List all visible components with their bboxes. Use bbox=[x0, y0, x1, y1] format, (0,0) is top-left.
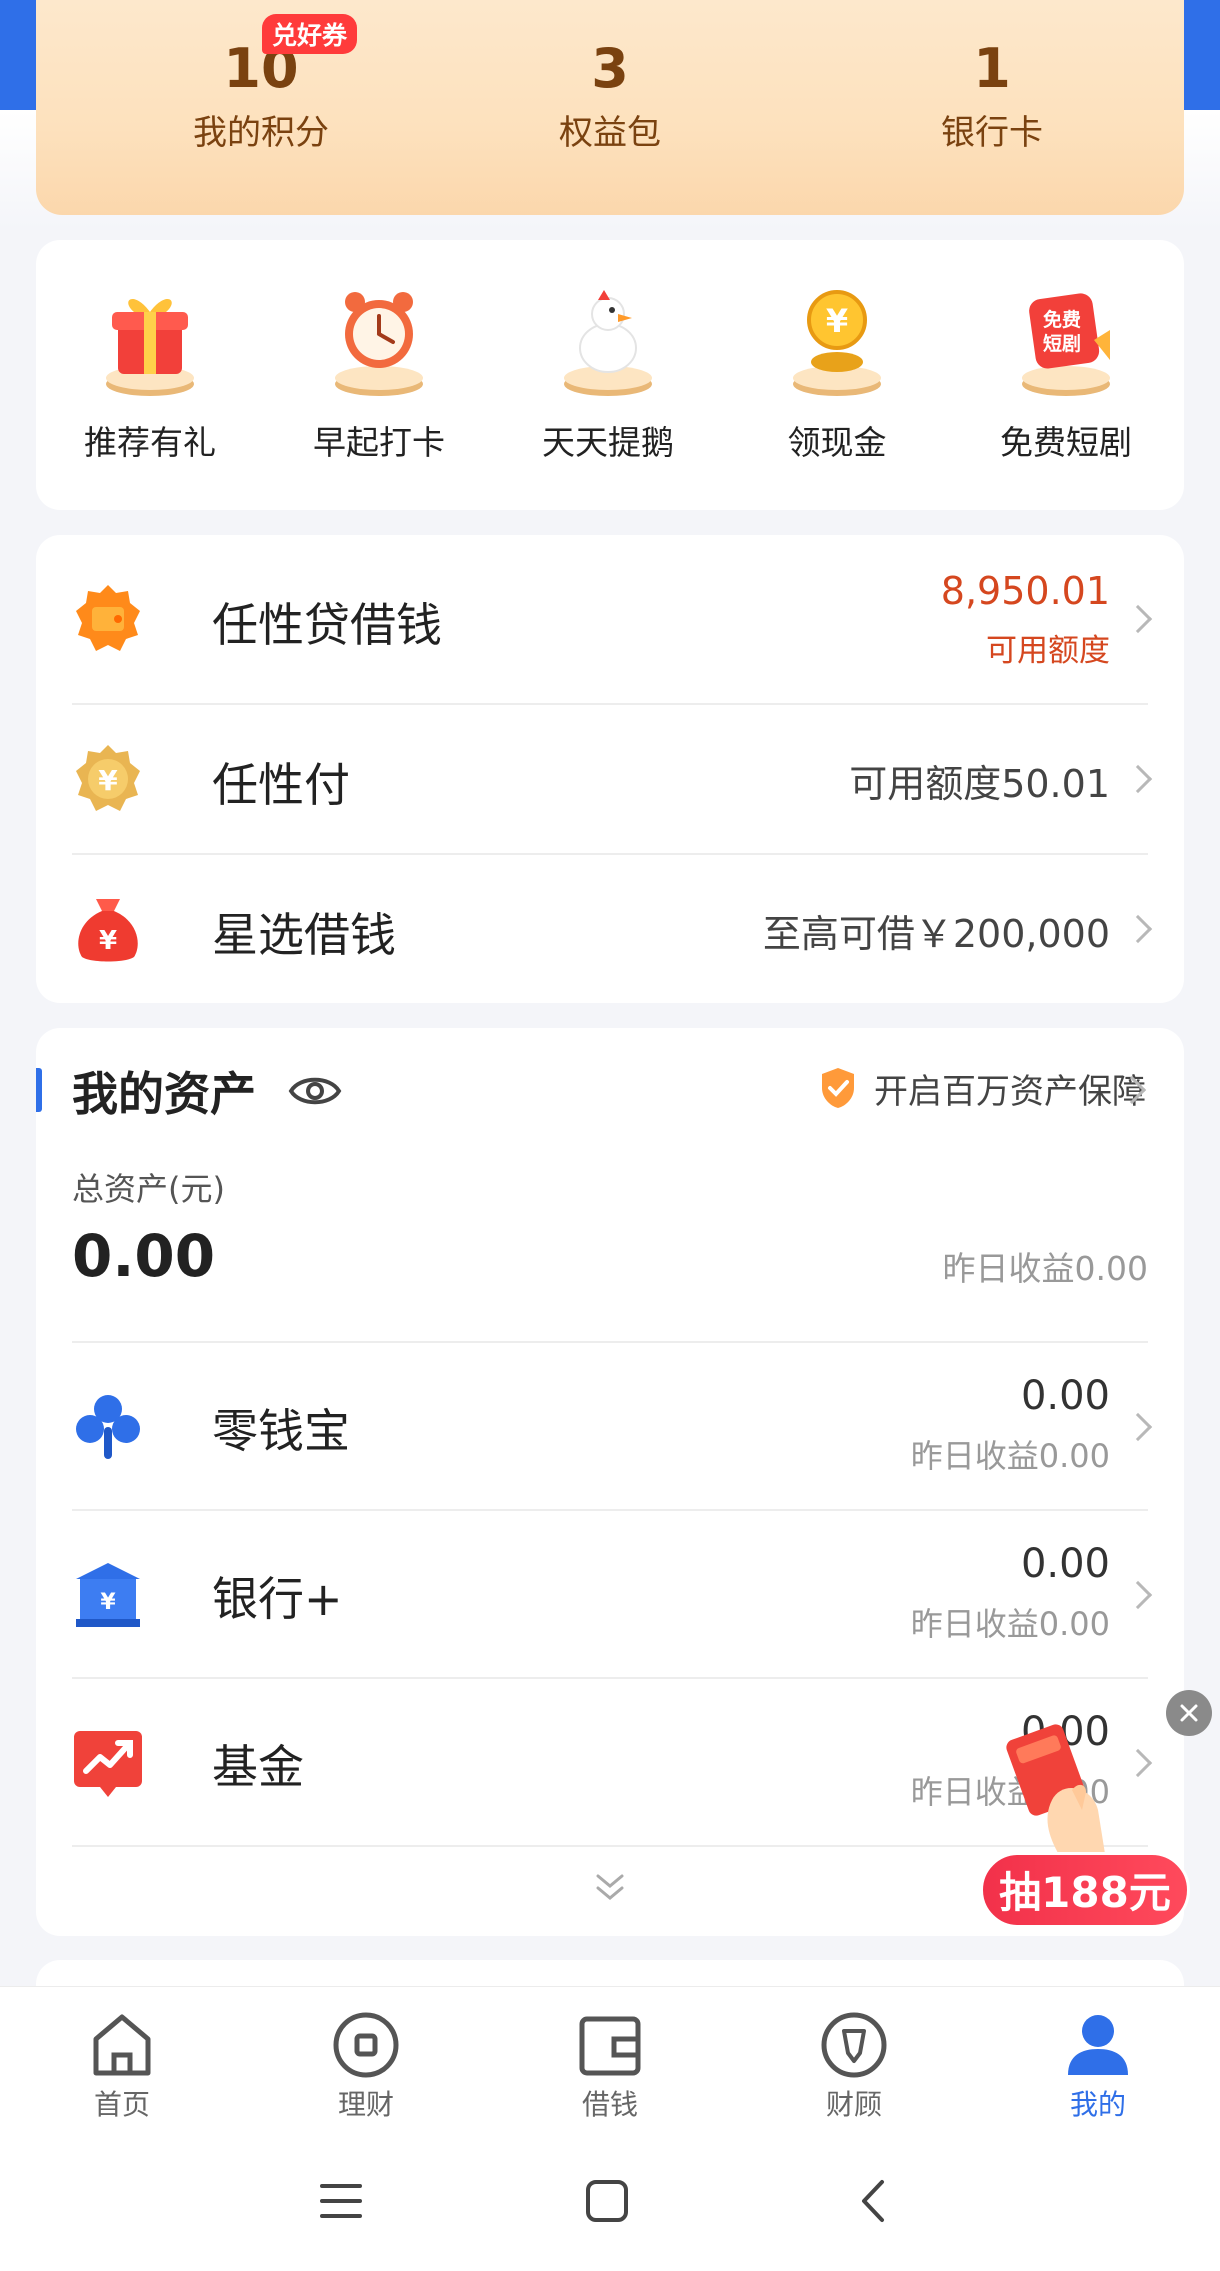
expand-more-icon[interactable] bbox=[590, 1868, 630, 1908]
cards-value: 1 bbox=[973, 37, 1011, 100]
loan-title: 星选借钱 bbox=[212, 908, 396, 962]
loan-amount: 8,950.01 bbox=[940, 569, 1110, 613]
clover-icon bbox=[72, 1391, 144, 1463]
user-icon bbox=[1062, 2009, 1134, 2081]
rights-label: 权益包 bbox=[559, 113, 661, 153]
floating-promo[interactable]: 抽188元 bbox=[980, 1690, 1212, 1930]
gift-icon bbox=[90, 280, 210, 400]
system-nav-bar bbox=[0, 2136, 1220, 2271]
asset-yesterday: 昨日收益0.00 bbox=[910, 1605, 1110, 1643]
wallet-tab-icon bbox=[574, 2009, 646, 2081]
shield-icon bbox=[822, 1068, 854, 1108]
rights-value: 3 bbox=[591, 37, 629, 100]
loan-row-renxingdai[interactable]: 任性贷借钱 8,950.01 可用额度 bbox=[72, 535, 1153, 703]
back-icon[interactable] bbox=[852, 2178, 898, 2224]
chevron-right-icon bbox=[1123, 1412, 1153, 1442]
loan-max: 至高可借￥200,000 bbox=[762, 912, 1110, 956]
advisor-icon bbox=[818, 2009, 890, 2081]
loans-card: 任性贷借钱 8,950.01 可用额度 ¥ 任性付 可用额度50.01 ¥ 星选… bbox=[36, 535, 1184, 1003]
tab-label: 借钱 bbox=[581, 2088, 638, 2121]
cards-stat[interactable]: 1 银行卡 bbox=[862, 30, 1122, 158]
svg-text:免费: 免费 bbox=[1043, 308, 1081, 331]
chevron-right-icon bbox=[1123, 764, 1153, 794]
total-assets-label: 总资产(元) bbox=[72, 1170, 225, 1208]
quick-action-referral[interactable]: 推荐有礼 bbox=[50, 280, 250, 464]
total-assets-value: 0.00 bbox=[72, 1222, 216, 1290]
assets-title: 我的资产 bbox=[72, 1067, 256, 1121]
chevron-right-icon bbox=[1123, 1580, 1153, 1610]
quick-action-label: 推荐有礼 bbox=[84, 423, 216, 462]
asset-yesterday: 昨日收益0.00 bbox=[910, 1437, 1110, 1475]
tab-finance[interactable]: 理财 bbox=[296, 2009, 436, 2123]
quick-actions-card: 推荐有礼 早起打卡 天天提鹅 ¥ 领现金 免费 短剧 免费短剧 bbox=[36, 240, 1184, 510]
loan-available: 可用额度50.01 bbox=[849, 762, 1110, 806]
svg-text:¥: ¥ bbox=[98, 764, 118, 797]
asset-title: 基金 bbox=[212, 1740, 304, 1794]
asset-title: 零钱宝 bbox=[212, 1404, 350, 1458]
bank-icon: ¥ bbox=[72, 1559, 144, 1631]
protection-text: 开启百万资产保障 bbox=[874, 1071, 1146, 1112]
wallet-icon bbox=[72, 583, 144, 655]
alarm-clock-icon bbox=[319, 280, 439, 400]
section-accent-bar bbox=[36, 1068, 42, 1112]
close-icon[interactable] bbox=[1166, 1690, 1212, 1736]
loan-amount-label: 可用额度 bbox=[986, 633, 1110, 669]
tab-home[interactable]: 首页 bbox=[52, 2009, 192, 2123]
tab-label: 首页 bbox=[93, 2088, 150, 2121]
svg-text:¥: ¥ bbox=[99, 926, 117, 956]
bottom-tab-bar: 首页 理财 借钱 财顾 我的 bbox=[0, 1986, 1220, 2136]
coupon-badge[interactable]: 兑好券 bbox=[262, 14, 358, 54]
loan-row-xingxuan[interactable]: ¥ 星选借钱 至高可借￥200,000 bbox=[72, 855, 1153, 1003]
menu-icon[interactable] bbox=[318, 2178, 364, 2224]
chevron-right-icon bbox=[1123, 914, 1153, 944]
yuan-badge-icon: ¥ bbox=[72, 743, 144, 815]
loan-row-renxingfu[interactable]: ¥ 任性付 可用额度50.01 bbox=[72, 705, 1153, 853]
quick-action-short-drama[interactable]: 免费 短剧 免费短剧 bbox=[966, 280, 1166, 464]
cards-label: 银行卡 bbox=[941, 113, 1043, 153]
eye-icon[interactable] bbox=[288, 1064, 342, 1118]
short-drama-icon: 免费 短剧 bbox=[1006, 280, 1126, 400]
asset-row-bank-plus[interactable]: ¥ 银行+ 0.00 昨日收益0.00 bbox=[72, 1511, 1153, 1677]
lottery-badge[interactable]: 抽188元 bbox=[980, 1852, 1190, 1928]
asset-value: 0.00 bbox=[1020, 1541, 1110, 1587]
home-button-icon[interactable] bbox=[584, 2178, 630, 2224]
hand-envelope-icon bbox=[1002, 1720, 1122, 1870]
tab-label: 我的 bbox=[1069, 2088, 1126, 2121]
quick-action-cash[interactable]: ¥ 领现金 bbox=[737, 280, 937, 464]
rights-stat[interactable]: 3 权益包 bbox=[480, 30, 740, 158]
quick-action-morning-checkin[interactable]: 早起打卡 bbox=[279, 280, 479, 464]
asset-title: 银行+ bbox=[212, 1572, 343, 1626]
total-yesterday-earnings: 昨日收益0.00 bbox=[942, 1249, 1148, 1288]
stats-card: 10 我的积分 兑好券 3 权益包 1 银行卡 bbox=[36, 0, 1184, 215]
quick-action-label: 早起打卡 bbox=[313, 423, 445, 462]
home-icon bbox=[86, 2009, 158, 2081]
svg-text:¥: ¥ bbox=[100, 1590, 116, 1615]
tab-advisor[interactable]: 财顾 bbox=[784, 2009, 924, 2123]
tab-label: 理财 bbox=[337, 2088, 394, 2121]
quick-action-goose[interactable]: 天天提鹅 bbox=[508, 280, 708, 464]
chevron-right-icon bbox=[1123, 604, 1153, 634]
finance-icon bbox=[330, 2009, 402, 2081]
quick-action-label: 领现金 bbox=[787, 423, 887, 462]
loan-title: 任性贷借钱 bbox=[212, 598, 442, 652]
money-bag-icon: ¥ bbox=[72, 893, 144, 965]
loan-title: 任性付 bbox=[212, 758, 350, 812]
asset-value: 0.00 bbox=[1020, 1373, 1110, 1419]
quick-action-label: 天天提鹅 bbox=[542, 423, 674, 462]
tab-mine[interactable]: 我的 bbox=[1028, 2009, 1168, 2123]
asset-row-lingqianbao[interactable]: 零钱宝 0.00 昨日收益0.00 bbox=[72, 1343, 1153, 1509]
quick-action-label: 免费短剧 bbox=[1000, 423, 1132, 462]
fund-chart-icon bbox=[72, 1727, 144, 1799]
points-label: 我的积分 bbox=[193, 113, 329, 153]
svg-text:¥: ¥ bbox=[826, 302, 848, 340]
asset-protection-link[interactable]: 开启百万资产保障 bbox=[818, 1058, 1146, 1118]
goose-icon bbox=[548, 280, 668, 400]
tab-borrow[interactable]: 借钱 bbox=[540, 2009, 680, 2123]
tab-label: 财顾 bbox=[825, 2088, 882, 2121]
coin-icon: ¥ bbox=[777, 280, 897, 400]
svg-text:短剧: 短剧 bbox=[1043, 332, 1081, 355]
